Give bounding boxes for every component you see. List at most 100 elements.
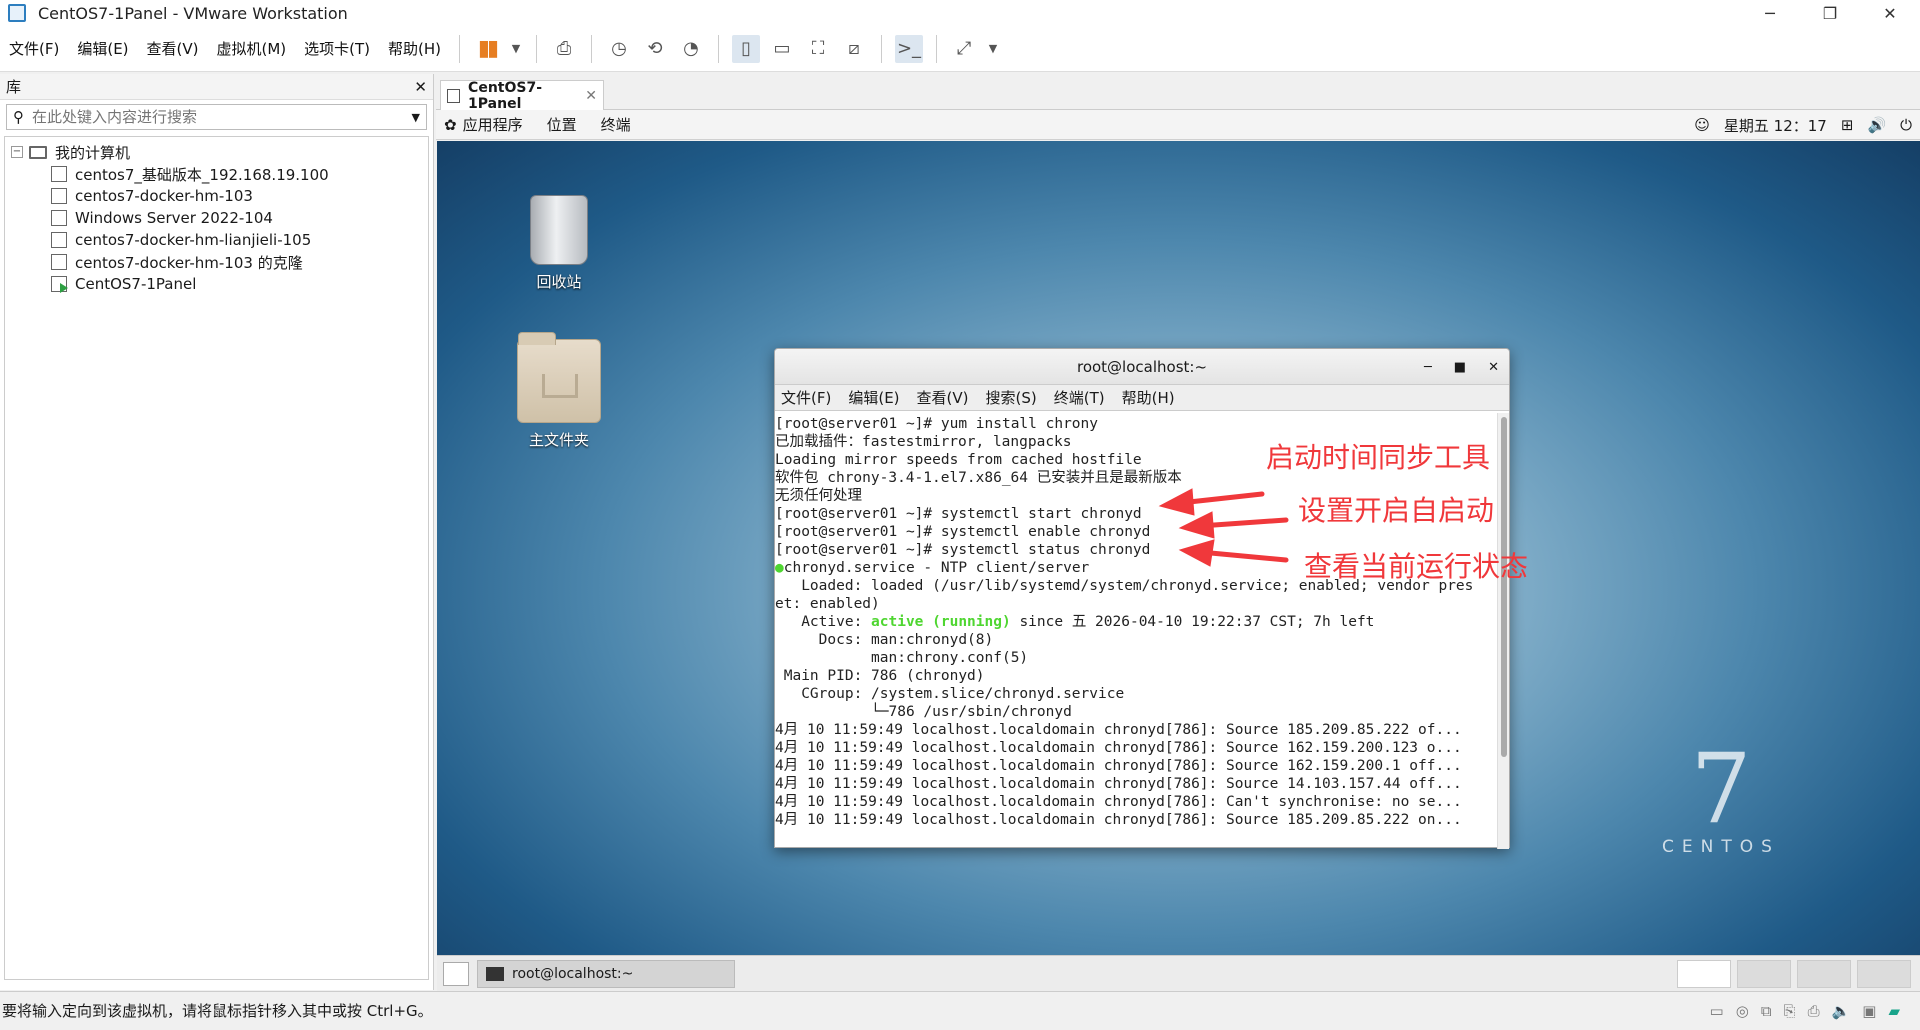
dropdown-arrow-icon[interactable]: ▼ <box>509 35 523 63</box>
library-panel: 库 ✕ ⚲ ▼ − 我的计算机 centos7_基础版本_192.168.19.… <box>0 74 434 990</box>
network-icon[interactable]: ⊞ <box>1841 116 1854 134</box>
printer-icon[interactable]: ⎙ <box>1808 1002 1820 1020</box>
stretch-icon[interactable]: ⤢ <box>950 35 978 63</box>
library-search[interactable]: ⚲ ▼ <box>6 104 427 130</box>
terminal-menu-edit[interactable]: 编辑(E) <box>848 387 899 408</box>
scrollbar-thumb[interactable] <box>1501 417 1507 757</box>
snapshot-icon[interactable]: ◷ <box>605 35 633 63</box>
tree-item-selected[interactable]: CentOS7-1Panel <box>11 273 422 295</box>
message-icon[interactable]: ▰ <box>1888 1002 1900 1020</box>
tree-item[interactable]: centos7-docker-hm-103 的克隆 <box>11 251 422 273</box>
home-folder-icon <box>517 332 601 423</box>
maximize-button[interactable]: ❐ <box>1800 0 1860 26</box>
tree-item-label: centos7-docker-hm-103 的克隆 <box>75 253 303 272</box>
terminal-titlebar[interactable]: root@localhost:~ ─ ■ ✕ <box>775 349 1509 385</box>
tree-item[interactable]: centos7_基础版本_192.168.19.100 <box>11 163 422 185</box>
fullscreen-icon[interactable]: ⛶ <box>804 35 832 63</box>
search-input[interactable] <box>32 108 412 126</box>
menu-tabs[interactable]: 选项卡(T) <box>295 38 379 59</box>
toolbar-separator <box>936 34 938 63</box>
tab-close-icon[interactable]: ✕ <box>585 88 597 104</box>
tree-item[interactable]: centos7-docker-hm-lianjieli-105 <box>11 229 422 251</box>
menu-help[interactable]: 帮助(H) <box>379 38 450 59</box>
terminal-menu-view[interactable]: 查看(V) <box>917 387 969 408</box>
menu-vm[interactable]: 虚拟机(M) <box>208 38 296 59</box>
menu-file[interactable]: 文件(F) <box>0 38 68 59</box>
terminal-menu-search[interactable]: 搜索(S) <box>986 387 1037 408</box>
tree-item[interactable]: centos7-docker-hm-103 <box>11 185 422 207</box>
centos-logo-number: 7 <box>1690 733 1752 845</box>
terminal-menu-terminal[interactable]: 终端(T) <box>1054 387 1105 408</box>
terminal-output[interactable]: [root@server01 ~]# yum install chrony 已加载… <box>775 413 1498 849</box>
annotation-status: 查看当前运行状态 <box>1304 550 1529 583</box>
collapse-icon[interactable]: − <box>11 146 23 158</box>
gnome-applications-menu[interactable]: ✿ 应用程序 <box>436 114 535 135</box>
show-desktop-button[interactable] <box>443 962 469 986</box>
tree-root[interactable]: − 我的计算机 <box>11 141 422 163</box>
workspace-1[interactable] <box>1677 960 1731 988</box>
terminal-line: et: enabled) <box>775 596 880 612</box>
tree-item[interactable]: Windows Server 2022-104 <box>11 207 422 229</box>
workspace-2[interactable] <box>1737 960 1791 988</box>
terminal-maximize-button[interactable]: ■ <box>1454 360 1466 375</box>
thumbnail-bar-icon[interactable]: ▭ <box>768 35 796 63</box>
vm-icon <box>51 166 67 182</box>
gnome-places-menu[interactable]: 位置 <box>535 114 589 135</box>
power-icon[interactable]: ⏻ <box>1900 116 1912 134</box>
toolbar-separator <box>536 34 538 63</box>
terminal-line: man:chrony.conf(5) <box>775 650 1029 666</box>
workspace-4[interactable] <box>1857 960 1911 988</box>
cd-icon[interactable]: ◎ <box>1736 1002 1749 1020</box>
close-button[interactable]: ✕ <box>1860 0 1920 26</box>
gnome-top-bar: ✿ 应用程序 位置 终端 ☺ 星期五 12：17 ⊞ 🔊 ⏻ <box>436 110 1920 140</box>
status-title: chronyd.service - NTP client/server <box>783 560 1090 576</box>
search-dropdown-icon[interactable]: ▼ <box>412 111 420 124</box>
clock[interactable]: 星期五 12：17 <box>1724 115 1827 136</box>
desktop-home[interactable]: 主文件夹 <box>504 332 614 450</box>
menu-view[interactable]: 查看(V) <box>138 38 208 59</box>
active-state: active (running) <box>871 614 1011 630</box>
library-close-icon[interactable]: ✕ <box>414 78 427 96</box>
library-header: 库 ✕ <box>0 74 433 100</box>
toolbar-separator <box>459 34 461 63</box>
terminal-menubar: 文件(F) 编辑(E) 查看(V) 搜索(S) 终端(T) 帮助(H) <box>775 385 1509 411</box>
terminal-icon <box>486 967 504 981</box>
taskbar-terminal[interactable]: root@localhost:~ <box>477 960 735 988</box>
terminal-scrollbar[interactable] <box>1497 413 1509 849</box>
tab-centos7-1panel[interactable]: CentOS7-1Panel ✕ <box>440 79 604 112</box>
terminal-minimize-button[interactable]: ─ <box>1424 360 1432 375</box>
show-library-icon[interactable]: ▯ <box>732 34 761 63</box>
revert-snapshot-icon[interactable]: ⟲ <box>641 35 669 63</box>
volume-icon[interactable]: 🔊 <box>1867 116 1886 134</box>
workspace-3[interactable] <box>1797 960 1851 988</box>
pause-icon[interactable]: ▮▮ <box>473 35 501 63</box>
vm-tree: − 我的计算机 centos7_基础版本_192.168.19.100 cent… <box>4 136 429 980</box>
snapshot-manager-icon[interactable]: ◔ <box>677 35 705 63</box>
menu-edit[interactable]: 编辑(E) <box>68 38 137 59</box>
terminal-close-button[interactable]: ✕ <box>1488 360 1499 375</box>
unity-icon[interactable]: ⧄ <box>840 35 868 63</box>
gnome-terminal-menu[interactable]: 终端 <box>589 114 643 135</box>
tree-item-label: centos7_基础版本_192.168.19.100 <box>75 165 329 184</box>
menu-toolbar: 文件(F) 编辑(E) 查看(V) 虚拟机(M) 选项卡(T) 帮助(H) ▮▮… <box>0 26 1920 72</box>
terminal-title: root@localhost:~ <box>1076 357 1208 376</box>
usb-icon[interactable]: ⎘ <box>1784 1002 1796 1020</box>
terminal-window[interactable]: root@localhost:~ ─ ■ ✕ 文件(F) 编辑(E) 查看(V)… <box>774 348 1510 849</box>
tab-label: CentOS7-1Panel <box>468 79 543 112</box>
dropdown-arrow-icon[interactable]: ▼ <box>986 35 1000 63</box>
terminal-line: Docs: man:chronyd(8) <box>775 632 994 648</box>
network-adapter-icon[interactable]: ⧉ <box>1761 1002 1772 1020</box>
desktop-trash[interactable]: 回收站 <box>504 195 614 292</box>
minimize-button[interactable]: ─ <box>1740 0 1800 26</box>
weather-icon[interactable]: ☺ <box>1694 116 1710 134</box>
console-view-icon[interactable]: >_ <box>895 34 924 63</box>
terminal-menu-file[interactable]: 文件(F) <box>781 387 831 408</box>
toolbar-separator <box>718 34 720 63</box>
display-icon[interactable]: ▣ <box>1862 1002 1876 1020</box>
hdd-icon[interactable]: ▭ <box>1710 1002 1724 1020</box>
vm-icon <box>51 210 67 226</box>
send-ctrl-alt-del-icon[interactable]: ⎙ <box>550 35 578 63</box>
terminal-menu-help[interactable]: 帮助(H) <box>1122 387 1175 408</box>
vm-tab-strip: CentOS7-1Panel ✕ <box>436 74 1920 112</box>
sound-icon[interactable]: 🔈 <box>1832 1002 1851 1020</box>
